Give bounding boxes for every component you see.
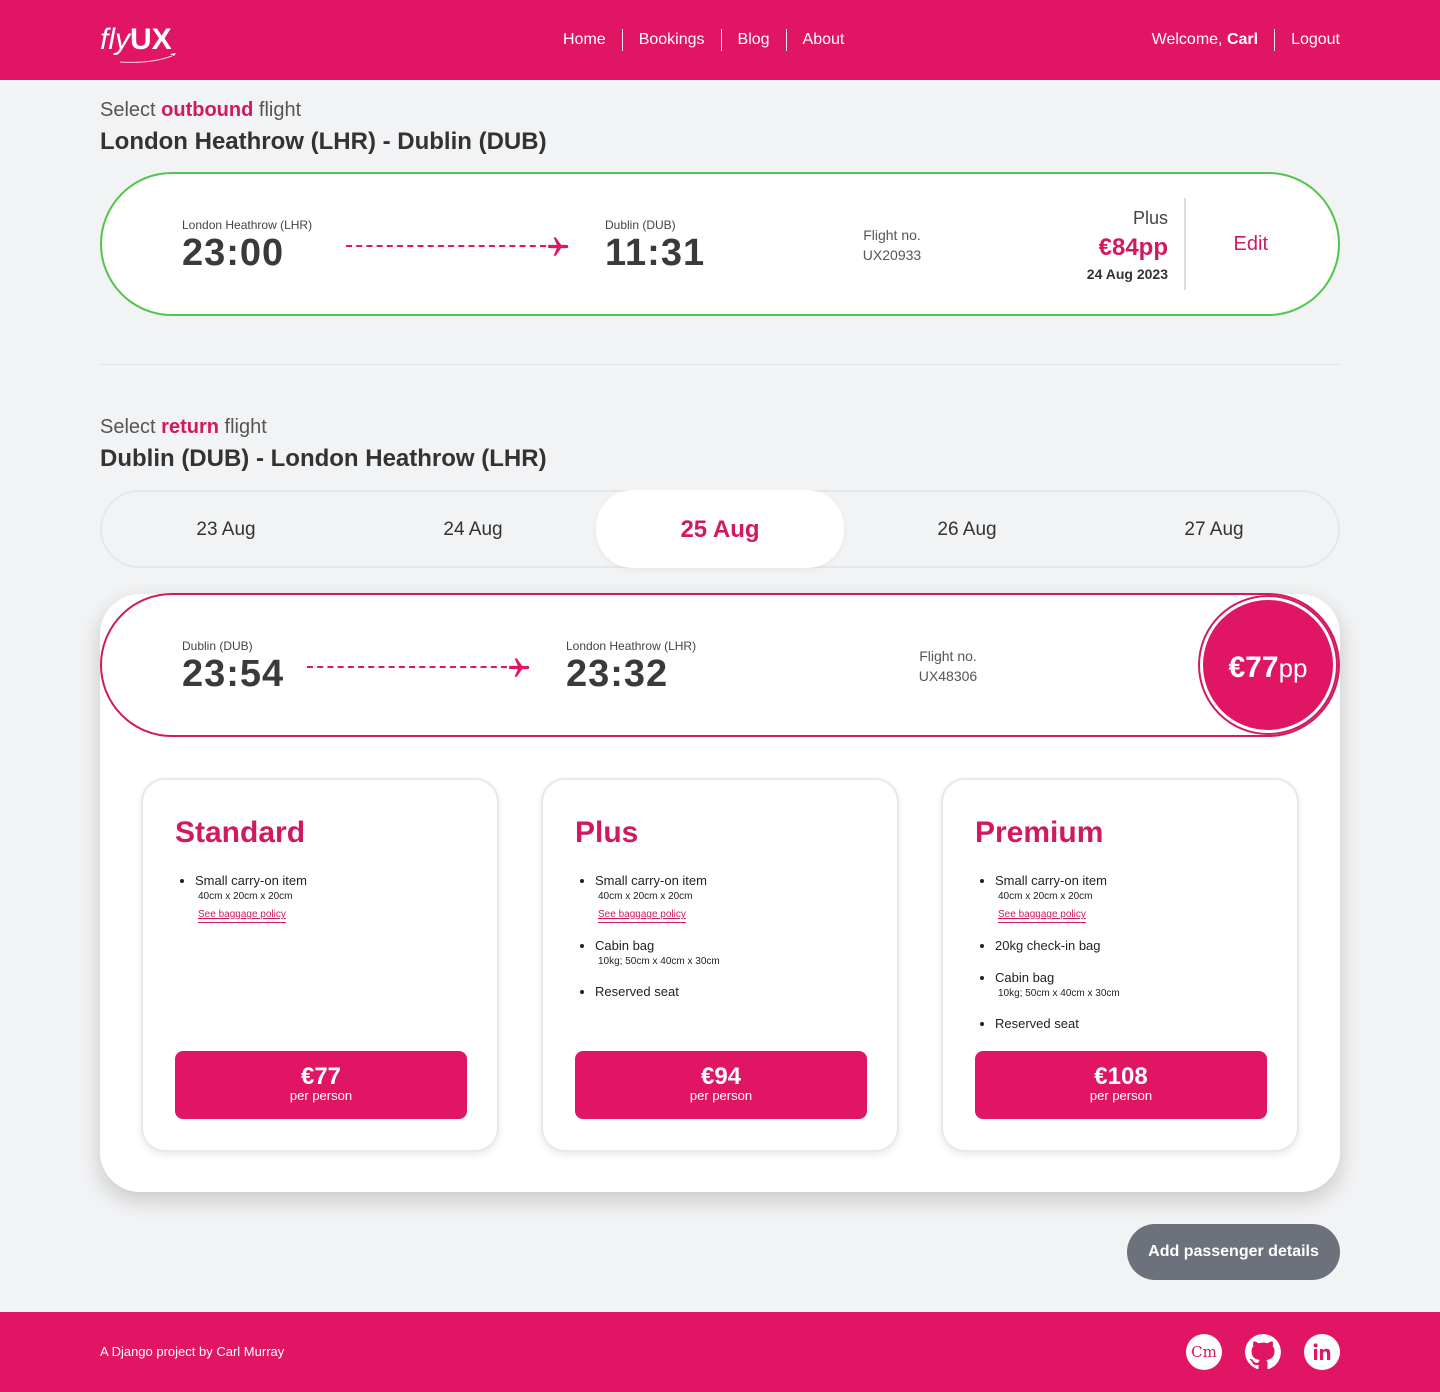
logout-link[interactable]: Logout (1291, 28, 1340, 52)
baggage-policy-link[interactable]: See baggage policy (198, 908, 286, 923)
date-tab-27-aug[interactable]: 27 Aug (1090, 492, 1338, 566)
flight-path-line (307, 666, 507, 668)
feature-item: Small carry-on item 40cm x 20cm x 20cm S… (595, 872, 720, 923)
flight-number: Flight no. UX48306 (918, 648, 978, 684)
author-link[interactable]: Carl Murray (216, 1344, 284, 1359)
tier-features: Small carry-on item 40cm x 20cm x 20cm S… (995, 872, 1120, 1047)
tier-features: Small carry-on item 40cm x 20cm x 20cm S… (195, 872, 307, 937)
arrival-airport: Dublin (DUB) (605, 218, 676, 232)
date-tab-23-aug[interactable]: 23 Aug (102, 492, 350, 566)
welcome-text: Welcome, Carl (1151, 31, 1259, 48)
price-badge: €77pp (1200, 597, 1336, 733)
user-name: Carl (1226, 31, 1259, 48)
user-menu: Welcome, Carl Logout (1152, 28, 1340, 52)
logo-swoosh-icon (120, 53, 176, 63)
arrival-airport: London Heathrow (LHR) (566, 639, 697, 653)
nav-divider (621, 29, 623, 51)
outbound-route-title: London Heathrow (LHR) - Dublin (DUB) (100, 128, 547, 155)
date-tab-24-aug[interactable]: 24 Aug (349, 492, 597, 566)
github-icon[interactable] (1245, 1334, 1281, 1370)
date-tab-25-aug[interactable]: 25 Aug (596, 490, 844, 568)
tier-name: Standard (175, 816, 306, 849)
feature-item: Cabin bag 10kg; 50cm x 40cm x 30cm (995, 969, 1120, 1001)
main-nav: Home Bookings Blog About (563, 28, 844, 52)
departure-time: 23:54 (182, 653, 285, 695)
plane-icon (548, 237, 569, 256)
feature-item: 20kg check-in bag (995, 937, 1120, 955)
feature-item: Small carry-on item 40cm x 20cm x 20cm S… (995, 872, 1120, 923)
feature-item: Reserved seat (995, 1015, 1120, 1033)
nav-blog[interactable]: Blog (738, 28, 770, 52)
select-premium-button[interactable]: €108 per person (975, 1051, 1267, 1119)
cm-icon[interactable]: Cm (1186, 1334, 1222, 1370)
date-selector: 23 Aug 24 Aug 25 Aug 26 Aug 27 Aug (100, 490, 1340, 568)
edit-outbound-button[interactable]: Edit (1234, 233, 1268, 256)
nav-bookings[interactable]: Bookings (639, 28, 705, 52)
select-standard-button[interactable]: €77 per person (175, 1051, 467, 1119)
outbound-selected-flight: London Heathrow (LHR) 23:00 Dublin (DUB)… (100, 172, 1340, 316)
departure-airport: Dublin (DUB) (182, 639, 253, 653)
arrival-time: 23:32 (566, 653, 669, 695)
flight-number: Flight no. UX20933 (862, 227, 922, 263)
plane-icon (509, 658, 530, 677)
fare-price: €84pp (1098, 234, 1168, 261)
tier-name: Premium (975, 816, 1104, 849)
footer-credit: A Django project by Carl Murray (100, 1344, 285, 1359)
return-flight-summary[interactable]: Dublin (DUB) 23:54 London Heathrow (LHR)… (100, 593, 1340, 737)
flight-date: 24 Aug 2023 (1086, 266, 1168, 282)
feature-item: Reserved seat (595, 983, 720, 1001)
nav-about[interactable]: About (803, 28, 845, 52)
logo[interactable]: flyUX (100, 20, 176, 63)
departure-time: 23:00 (182, 232, 285, 274)
fare-class: Plus (1132, 208, 1168, 228)
select-plus-button[interactable]: €94 per person (575, 1051, 867, 1119)
nav-divider (720, 29, 722, 51)
footer: A Django project by Carl Murray Cm (0, 1312, 1440, 1392)
departure-airport: London Heathrow (LHR) (182, 218, 313, 232)
nav-divider (785, 29, 787, 51)
feature-item: Cabin bag 10kg; 50cm x 40cm x 30cm (595, 937, 720, 969)
add-passenger-details-button[interactable]: Add passenger details (1127, 1224, 1340, 1280)
tier-name: Plus (575, 816, 639, 849)
return-subtitle: Select return flight (100, 416, 267, 438)
vertical-divider (1184, 198, 1186, 290)
baggage-policy-link[interactable]: See baggage policy (598, 908, 686, 923)
outbound-subtitle: Select outbound flight (100, 99, 302, 121)
flight-path-line (346, 245, 546, 247)
feature-item: Small carry-on item 40cm x 20cm x 20cm S… (195, 872, 307, 923)
tier-features: Small carry-on item 40cm x 20cm x 20cm S… (595, 872, 720, 1015)
fare-tier-premium: Premium Small carry-on item 40cm x 20cm … (941, 778, 1299, 1152)
fare-tier-standard: Standard Small carry-on item 40cm x 20cm… (141, 778, 499, 1152)
nav-home[interactable]: Home (563, 28, 606, 52)
return-route-title: Dublin (DUB) - London Heathrow (LHR) (100, 445, 547, 472)
linkedin-icon[interactable] (1304, 1334, 1340, 1370)
header: flyUX Home Bookings Blog About Welcome, … (0, 0, 1440, 80)
baggage-policy-link[interactable]: See baggage policy (998, 908, 1086, 923)
arrival-time: 11:31 (605, 232, 706, 274)
date-tab-26-aug[interactable]: 26 Aug (843, 492, 1091, 566)
section-divider (100, 364, 1340, 365)
nav-divider (1274, 29, 1276, 51)
fare-tier-plus: Plus Small carry-on item 40cm x 20cm x 2… (541, 778, 899, 1152)
